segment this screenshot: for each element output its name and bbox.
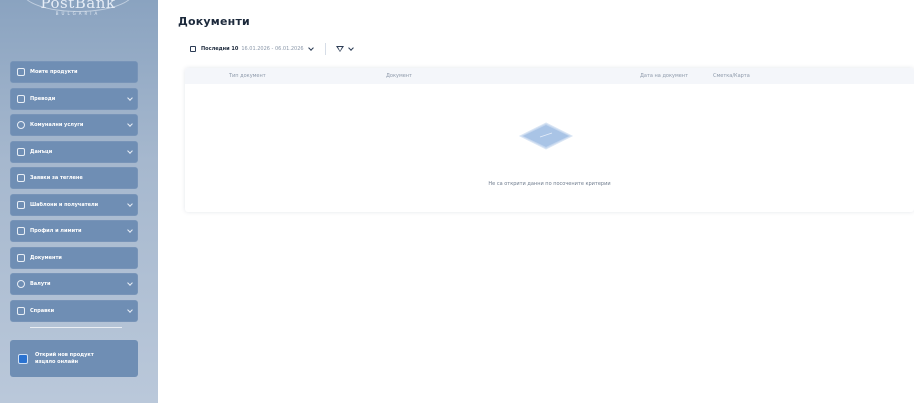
currency-icon xyxy=(17,280,25,288)
promo-line-2: изцяло онлайн xyxy=(35,358,79,365)
open-new-product-button[interactable]: Открий нов продукт изцяло онлайн xyxy=(10,340,138,377)
promo-text: Открий нов продукт изцяло онлайн xyxy=(35,352,94,366)
transfer-icon xyxy=(17,94,25,103)
profile-icon xyxy=(17,227,25,235)
chevron-down-icon xyxy=(127,227,133,233)
plus-icon xyxy=(18,353,28,364)
column-header-account-card[interactable]: Сметка/Карта xyxy=(713,73,750,79)
sidebar-item-label: Данъци xyxy=(30,148,53,155)
sidebar-menu: Моите продукти Преводи Комунални услуги … xyxy=(10,61,138,326)
sidebar-item-my-products[interactable]: Моите продукти xyxy=(10,61,138,83)
sidebar-item-utilities[interactable]: Комунални услуги xyxy=(10,114,138,136)
sidebar: PostBank BULGARIA Моите продукти Преводи… xyxy=(0,0,158,403)
promo-line-1: Открий нов продукт xyxy=(35,351,94,358)
chevron-down-icon xyxy=(127,280,133,286)
sidebar-item-label: Валути xyxy=(30,281,51,287)
chevron-down-icon xyxy=(347,45,354,51)
table-header: Тип документ Документ Дата на документ С… xyxy=(185,68,914,84)
sidebar-item-label: Моите продукти xyxy=(30,69,78,75)
sidebar-item-taxes[interactable]: Данъци xyxy=(10,140,138,163)
sidebar-item-label: Комунални услуги xyxy=(30,122,84,128)
empty-state-illustration xyxy=(518,122,574,150)
bank-icon xyxy=(17,174,25,182)
chevron-down-icon xyxy=(127,94,133,101)
filter-button[interactable] xyxy=(335,42,354,56)
sidebar-item-label: Заявки за теглене xyxy=(30,175,83,181)
sidebar-item-reports[interactable]: Справки xyxy=(10,299,138,322)
chevron-down-icon xyxy=(127,147,133,154)
square-icon xyxy=(17,68,25,76)
page-title: Документи xyxy=(178,15,250,28)
report-icon xyxy=(17,306,25,315)
tax-icon xyxy=(17,147,25,156)
calendar-icon xyxy=(190,46,196,52)
chevron-down-icon xyxy=(127,121,133,127)
sidebar-item-label: Шаблони и получатели xyxy=(30,201,99,208)
column-header-document[interactable]: Документ xyxy=(386,73,412,79)
sidebar-item-templates[interactable]: Шаблони и получатели xyxy=(10,193,138,216)
date-filter-label: Последни 10 xyxy=(201,46,239,52)
chevron-down-icon xyxy=(307,45,314,51)
template-icon xyxy=(17,200,25,209)
column-header-document-type[interactable]: Тип документ xyxy=(229,73,266,79)
sidebar-item-currencies[interactable]: Валути xyxy=(10,273,138,295)
sidebar-item-label: Профил и лимити xyxy=(30,228,82,234)
filter-bar: Последни 10 16.01.2026 - 06.01.2026 xyxy=(186,42,354,56)
date-filter-range: 16.01.2026 - 06.01.2026 xyxy=(241,46,304,52)
sidebar-divider xyxy=(30,327,122,328)
sidebar-item-profile-limits[interactable]: Профил и лимити xyxy=(10,220,138,242)
sidebar-item-label: Справки xyxy=(30,307,55,314)
sidebar-item-withdrawal-requests[interactable]: Заявки за теглене xyxy=(10,167,138,189)
sidebar-item-label: Преводи xyxy=(30,95,56,102)
chevron-down-icon xyxy=(127,200,133,207)
sidebar-item-label: Документи xyxy=(30,254,62,261)
bulb-icon xyxy=(17,121,25,129)
column-header-document-date[interactable]: Дата на документ xyxy=(640,73,688,79)
documents-table: Тип документ Документ Дата на документ С… xyxy=(185,68,914,212)
date-range-dropdown[interactable]: Последни 10 16.01.2026 - 06.01.2026 xyxy=(186,42,317,56)
sidebar-item-transfers[interactable]: Преводи xyxy=(10,87,138,110)
filter-divider xyxy=(324,43,326,55)
postbank-logo[interactable]: PostBank BULGARIA xyxy=(18,0,138,24)
chevron-down-icon xyxy=(127,306,133,313)
empty-state-message: Не са открити данни по посочените критер… xyxy=(488,181,611,187)
funnel-icon xyxy=(335,46,344,52)
app-root: PostBank BULGARIA Моите продукти Преводи… xyxy=(0,0,914,403)
document-icon xyxy=(17,253,25,262)
sidebar-item-documents[interactable]: Документи xyxy=(10,246,138,269)
